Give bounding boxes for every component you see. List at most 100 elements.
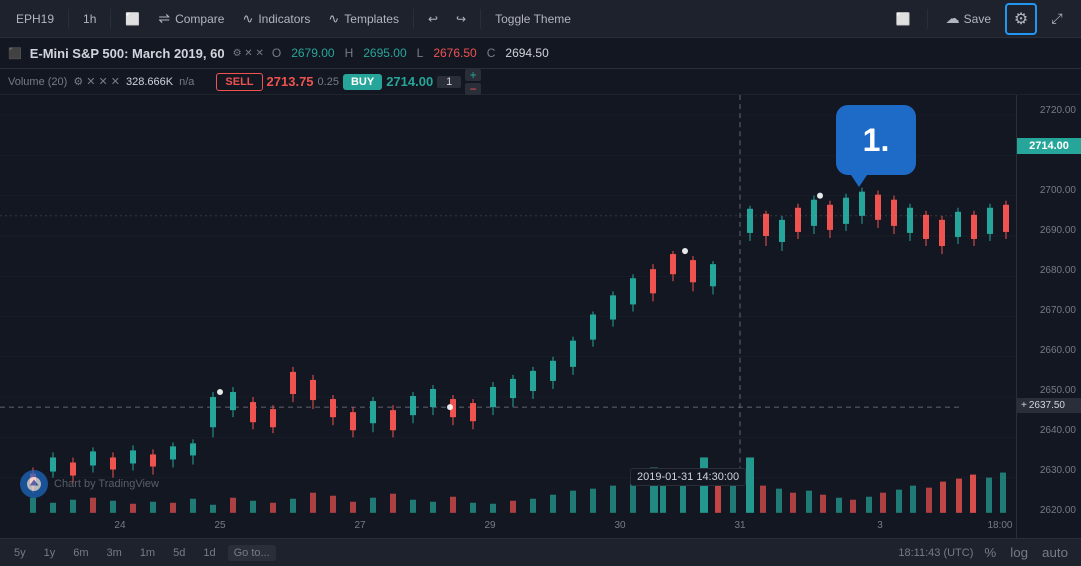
quantity-up-button[interactable]: + (465, 69, 481, 81)
divider-4 (480, 9, 481, 29)
tf-1d[interactable]: 1d (197, 545, 221, 561)
compare-icon: ⇌ (158, 10, 170, 27)
tradingview-text: Chart by TradingView (54, 478, 159, 490)
ohlc-values: O 2679.00 H 2695.00 L 2676.50 C 2694.50 (272, 46, 549, 60)
svg-text:30: 30 (614, 520, 626, 531)
save-button[interactable]: ☁ Save (936, 5, 1001, 32)
fullscreen-button[interactable]: ⬜ (888, 7, 919, 31)
tf-3m[interactable]: 3m (101, 545, 128, 561)
price-2700: 2700.00 (1040, 185, 1076, 196)
price-2720: 2720.00 (1040, 105, 1076, 116)
bottom-bar: 5y 1y 6m 3m 1m 5d 1d Go to... 18:11:43 (… (0, 538, 1081, 566)
templates-icon: ∿ (328, 11, 339, 27)
expand-icon: ⤢ (1051, 10, 1062, 27)
open-value: 2679.00 (291, 46, 334, 60)
log-toggle[interactable]: log (1005, 543, 1033, 562)
svg-text:3: 3 (877, 520, 883, 531)
fullscreen-icon: ⬜ (896, 12, 911, 26)
cloud-icon: ☁ (946, 10, 960, 27)
bottom-time-display: 18:11:43 (UTC) (898, 547, 973, 559)
volume-na: n/a (179, 76, 194, 88)
percent-toggle[interactable]: % (979, 543, 1001, 562)
step-callout: 1. (836, 105, 916, 175)
gear-icon: ⚙ (1014, 9, 1028, 29)
price-2620: 2620.00 (1040, 505, 1076, 516)
divider-3 (413, 9, 414, 29)
chart-settings-icons: ⚙ ✕ ✕ (233, 48, 264, 59)
chart-title: E-Mini S&P 500: March 2019, 60 (30, 46, 225, 61)
spread-value: 0.25 (318, 76, 339, 88)
price-2670: 2670.00 (1040, 305, 1076, 316)
volume-row: Volume (20) ⚙ ✕ ✕ ✕ 328.666K n/a SELL 27… (0, 69, 1081, 95)
close-label: C (487, 46, 496, 60)
chart-area: 24 25 27 29 30 31 3 18:00 2019-01-31 14:… (0, 95, 1081, 538)
expand-button[interactable]: ⤢ (1041, 3, 1073, 35)
date-stamp: 2019-01-31 14:30:00 (630, 468, 746, 486)
low-value: 2676.50 (433, 46, 476, 60)
sell-label: SELL (216, 73, 262, 91)
volume-label: Volume (20) (8, 76, 67, 88)
symbol-button[interactable]: EPH19 (8, 7, 62, 31)
templates-button[interactable]: ∿ Templates (320, 6, 407, 32)
price-2680: 2680.00 (1040, 265, 1076, 276)
chart-type-icon: ⬛ (8, 47, 22, 60)
redo-icon: ↪ (456, 12, 466, 26)
high-value: 2695.00 (363, 46, 406, 60)
compare-button[interactable]: ⇌ Compare (150, 5, 232, 32)
tradingview-logo: Chart by TradingView (20, 470, 159, 498)
sell-price: 2713.75 (267, 74, 314, 89)
toolbar-right: ⬜ ☁ Save ⚙ ⤢ (888, 3, 1073, 35)
buy-price: 2714.00 (386, 74, 433, 89)
timeframe-button[interactable]: 1h (75, 7, 104, 31)
divider-2 (110, 9, 111, 29)
settings-button[interactable]: ⚙ (1005, 3, 1037, 35)
close-value: 2694.50 (505, 46, 548, 60)
indicators-icon: ∿ (242, 11, 253, 27)
price-2660: 2660.00 (1040, 345, 1076, 356)
toggle-theme-button[interactable]: Toggle Theme (487, 7, 579, 31)
open-label: O (272, 46, 281, 60)
svg-text:18:00: 18:00 (988, 520, 1013, 531)
svg-text:25: 25 (214, 520, 226, 531)
quantity-controls: + − (465, 69, 481, 95)
price-axis: 2720.00 2710.00 2700.00 2690.00 2680.00 … (1016, 95, 1081, 538)
svg-text:31: 31 (734, 520, 746, 531)
tf-1y[interactable]: 1y (38, 545, 62, 561)
tf-5d[interactable]: 5d (167, 545, 191, 561)
goto-button[interactable]: Go to... (228, 545, 276, 561)
chart-canvas[interactable]: 24 25 27 29 30 31 3 18:00 2019-01-31 14:… (0, 95, 1016, 538)
bars-icon: ⬜ (125, 12, 140, 26)
undo-button[interactable]: ↩ (420, 7, 446, 31)
quantity-input[interactable] (437, 76, 461, 88)
price-2650: 2650.00 (1040, 385, 1076, 396)
tf-1m[interactable]: 1m (134, 545, 161, 561)
divider-1 (68, 9, 69, 29)
trade-panel: SELL 2713.75 0.25 BUY 2714.00 + − (216, 69, 481, 95)
toolbar: EPH19 1h ⬜ ⇌ Compare ∿ Indicators ∿ Temp… (0, 0, 1081, 38)
volume-value: 328.666K (126, 76, 173, 88)
price-2690: 2690.00 (1040, 225, 1076, 236)
low-label: L (417, 46, 424, 60)
price-2640: 2640.00 (1040, 425, 1076, 436)
svg-text:24: 24 (114, 520, 126, 531)
tv-logo-icon (20, 470, 48, 498)
buy-label: BUY (343, 74, 382, 90)
redo-button[interactable]: ↪ (448, 7, 474, 31)
indicators-button[interactable]: ∿ Indicators (234, 6, 318, 32)
svg-text:27: 27 (354, 520, 366, 531)
tf-5y[interactable]: 5y (8, 545, 32, 561)
price-2630: 2630.00 (1040, 465, 1076, 476)
high-label: H (345, 46, 354, 60)
dashed-price-tag: + 2637.50 (1017, 398, 1081, 413)
divider-5 (927, 9, 928, 29)
bars-button[interactable]: ⬜ (117, 7, 148, 31)
svg-text:29: 29 (484, 520, 496, 531)
undo-icon: ↩ (428, 12, 438, 26)
volume-icons: ⚙ ✕ ✕ ✕ (73, 75, 120, 88)
tf-6m[interactable]: 6m (67, 545, 94, 561)
bottom-right-controls: % log auto (979, 543, 1073, 562)
current-price-tag: 2714.00 (1017, 138, 1081, 154)
quantity-down-button[interactable]: − (465, 83, 481, 95)
chart-header: ⬛ E-Mini S&P 500: March 2019, 60 ⚙ ✕ ✕ O… (0, 38, 1081, 69)
auto-toggle[interactable]: auto (1037, 543, 1073, 562)
